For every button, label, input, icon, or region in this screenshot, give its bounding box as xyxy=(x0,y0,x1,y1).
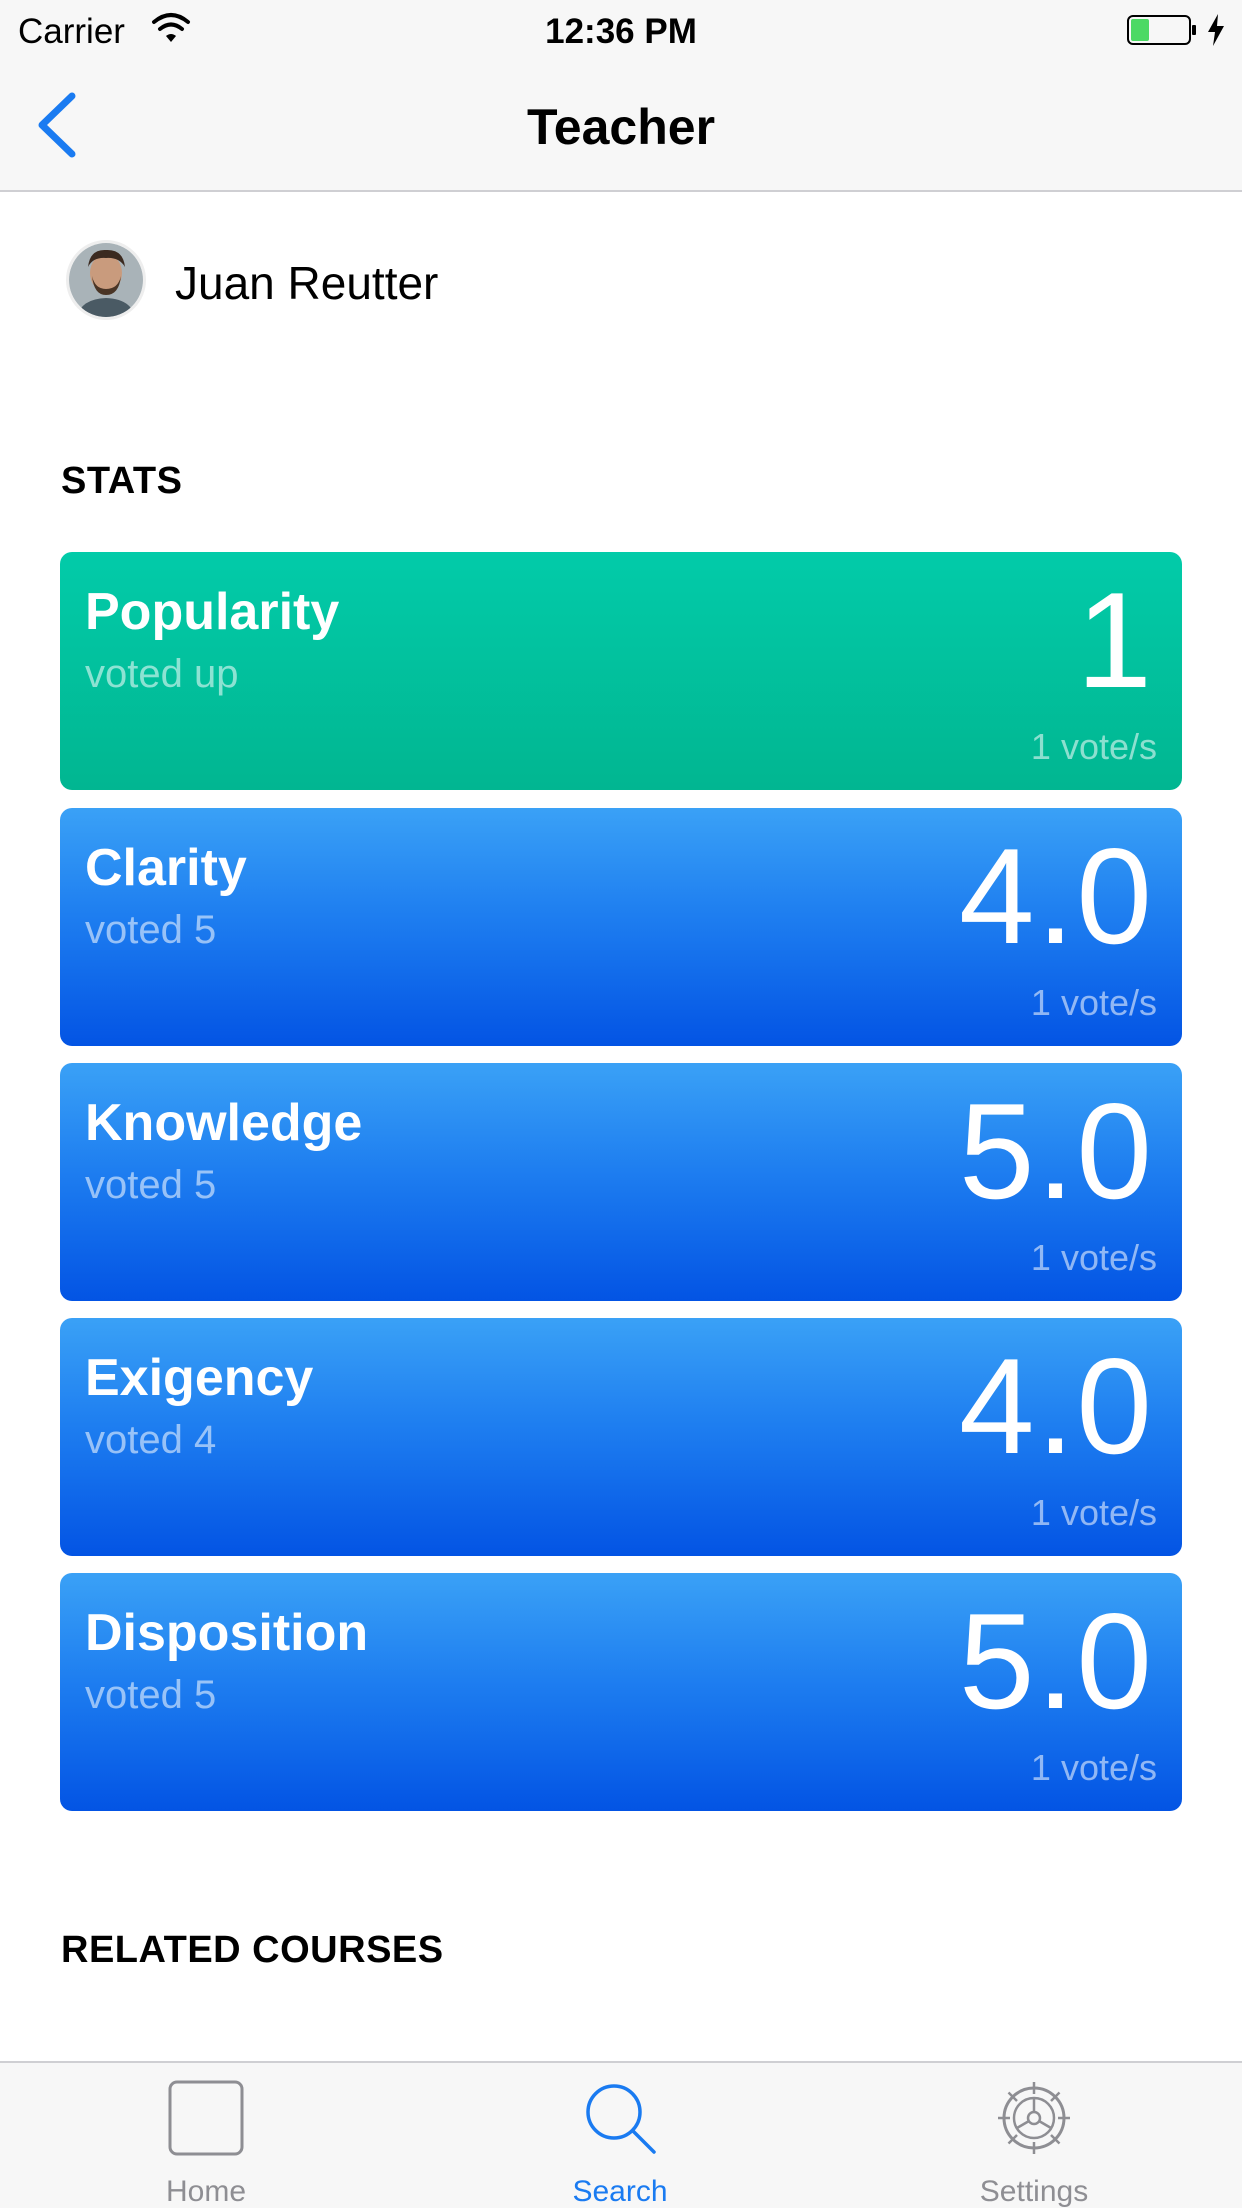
stats-section-title: STATS xyxy=(61,460,183,502)
gear-icon xyxy=(998,2082,1070,2154)
stat-vote-count: 1 vote/s xyxy=(1030,1237,1157,1278)
navigation-bar: Teacher xyxy=(0,60,1242,192)
tab-search[interactable]: Search xyxy=(520,2063,720,2208)
stat-subtitle: voted 5 xyxy=(85,908,217,952)
stat-value: 1 xyxy=(1076,564,1154,716)
stat-card-exigency[interactable]: Exigency voted 4 4.0 1 vote/s xyxy=(60,1318,1182,1556)
tab-label: Settings xyxy=(979,2175,1089,2208)
battery-icon xyxy=(1127,15,1196,45)
tab-settings[interactable]: Settings xyxy=(934,2063,1134,2208)
teacher-name: Juan Reutter xyxy=(175,257,439,309)
stat-name: Disposition xyxy=(85,1604,369,1662)
avatar-photo-icon xyxy=(69,243,143,317)
stat-name: Popularity xyxy=(85,583,340,641)
tab-label: Home xyxy=(165,2175,247,2208)
stat-card-clarity[interactable]: Clarity voted 5 4.0 1 vote/s xyxy=(60,808,1182,1046)
home-icon xyxy=(168,2080,244,2156)
stat-card-knowledge[interactable]: Knowledge voted 5 5.0 1 vote/s xyxy=(60,1063,1182,1301)
status-time: 12:36 PM xyxy=(545,12,697,51)
stat-vote-count: 1 vote/s xyxy=(1030,982,1157,1023)
stat-card-disposition[interactable]: Disposition voted 5 5.0 1 vote/s xyxy=(60,1573,1182,1811)
tab-home[interactable]: Home xyxy=(106,2063,306,2208)
stat-name: Knowledge xyxy=(85,1094,363,1152)
teacher-screen: Carrier 12:36 PM Teacher Juan Reutter ST… xyxy=(0,0,1242,2208)
stat-vote-count: 1 vote/s xyxy=(1030,1747,1157,1788)
stat-subtitle: voted 5 xyxy=(85,1163,217,1207)
search-icon xyxy=(586,2084,656,2154)
stat-subtitle: voted 5 xyxy=(85,1673,217,1717)
stat-value: 4.0 xyxy=(958,1330,1154,1482)
stat-value: 5.0 xyxy=(958,1585,1154,1737)
tab-label: Search xyxy=(572,2175,668,2208)
stat-subtitle: voted 4 xyxy=(85,1418,217,1462)
teacher-avatar xyxy=(66,240,146,320)
stat-name: Exigency xyxy=(85,1349,314,1407)
stat-value: 4.0 xyxy=(958,820,1154,972)
stat-vote-count: 1 vote/s xyxy=(1030,726,1157,767)
page-title: Teacher xyxy=(526,99,716,155)
stat-value: 5.0 xyxy=(958,1075,1154,1227)
stat-subtitle: voted up xyxy=(85,652,239,696)
status-bar: Carrier 12:36 PM xyxy=(0,0,1242,60)
tab-bar: Home Search Settings xyxy=(0,2061,1242,2208)
stat-vote-count: 1 vote/s xyxy=(1030,1492,1157,1533)
stat-card-popularity[interactable]: Popularity voted up 1 1 vote/s xyxy=(60,552,1182,790)
charging-bolt-icon xyxy=(1208,14,1224,46)
stat-name: Clarity xyxy=(85,839,247,897)
related-courses-section-title: RELATED COURSES xyxy=(61,1929,444,1971)
